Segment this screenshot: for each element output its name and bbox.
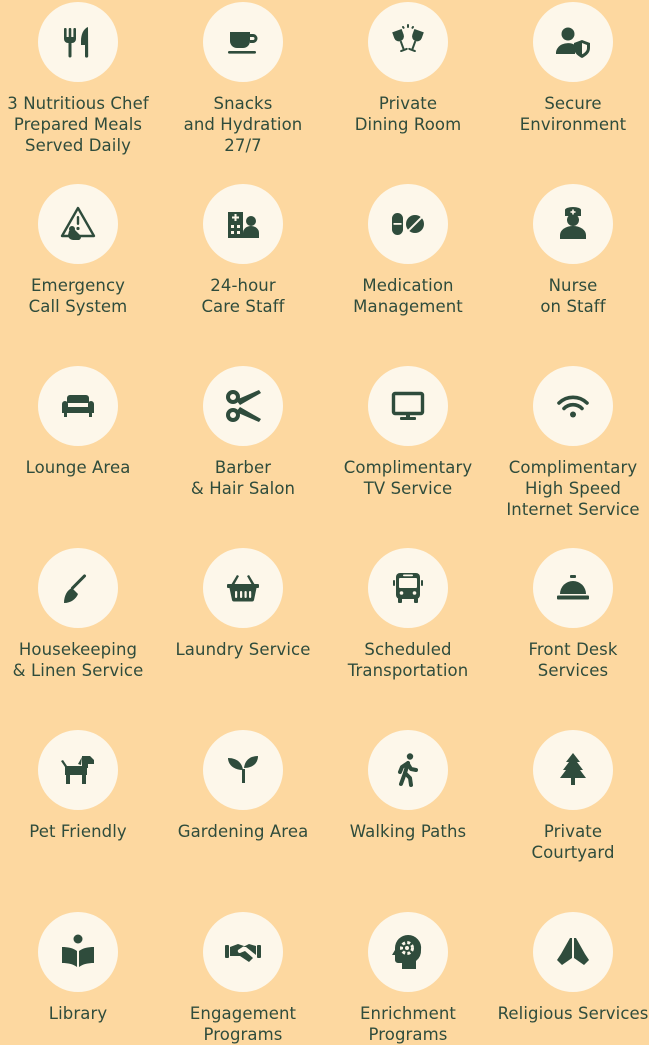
amenity-label: Pet Friendly: [29, 822, 127, 841]
amenities-grid: 3 Nutritious Chef Prepared Meals Served …: [0, 0, 649, 1045]
amenity-courtyard: Private Courtyard: [492, 730, 649, 863]
amenity-label: Secure Environment: [519, 94, 627, 134]
icon-circle: [533, 548, 613, 628]
amenity-tv: Complimentary TV Service: [327, 366, 489, 499]
pills-icon: [392, 213, 424, 235]
amenity-label: Library: [48, 1004, 108, 1023]
head-gear-icon: [392, 934, 422, 969]
icon-circle: [38, 912, 118, 992]
amenity-secure-environment: Secure Environment: [492, 2, 649, 135]
user-shield-icon: [555, 27, 590, 58]
amenity-label: Emergency Call System: [28, 276, 128, 316]
icon-circle: [368, 730, 448, 810]
amenity-nurse: Nurse on Staff: [492, 184, 649, 317]
icon-circle: [38, 730, 118, 810]
book-reader-icon: [62, 934, 94, 967]
bus-icon: [393, 573, 423, 603]
icon-circle: [368, 912, 448, 992]
icon-circle: [368, 548, 448, 628]
amenity-label: Engagement Programs: [189, 1004, 297, 1044]
amenity-label: Walking Paths: [349, 822, 467, 841]
amenity-label: Private Dining Room: [354, 94, 462, 134]
scissors-icon: [226, 390, 261, 422]
amenity-religious: Religious Services: [492, 912, 649, 1024]
icon-circle: [368, 366, 448, 446]
icon-circle: [533, 184, 613, 264]
amenity-care-staff: 24-hour Care Staff: [162, 184, 324, 317]
wifi-icon: [557, 395, 589, 418]
emergency-alert-icon: [60, 206, 96, 240]
amenity-chef-meals: 3 Nutritious Chef Prepared Meals Served …: [0, 2, 159, 156]
amenity-private-dining: Private Dining Room: [327, 2, 489, 135]
amenity-label: Barber & Hair Salon: [190, 458, 296, 498]
amenity-walking-paths: Walking Paths: [327, 730, 489, 842]
utensils-icon: [64, 27, 89, 58]
amenity-label: Housekeeping & Linen Service: [12, 640, 144, 680]
nurse-icon: [560, 207, 586, 239]
amenity-label: Medication Management: [353, 276, 463, 316]
coffee-cup-icon: [228, 32, 258, 54]
amenity-housekeeping: Housekeeping & Linen Service: [0, 548, 159, 681]
concierge-bell-icon: [557, 575, 589, 600]
amenity-transportation: Scheduled Transportation: [327, 548, 489, 681]
icon-circle: [203, 184, 283, 264]
amenity-emergency-call: Emergency Call System: [0, 184, 159, 317]
icon-circle: [533, 2, 613, 82]
hospital-user-icon: [228, 212, 259, 238]
amenity-engagement: Engagement Programs: [162, 912, 324, 1045]
amenity-lounge: Lounge Area: [0, 366, 159, 478]
icon-circle: [368, 2, 448, 82]
amenity-gardening: Gardening Area: [162, 730, 324, 842]
couch-icon: [62, 395, 94, 417]
amenity-enrichment: Enrichment Programs: [327, 912, 489, 1045]
amenity-label: Enrichment Programs: [360, 1004, 456, 1044]
amenity-library: Library: [0, 912, 159, 1024]
amenity-label: Laundry Service: [175, 640, 311, 659]
amenity-pet-friendly: Pet Friendly: [0, 730, 159, 842]
amenity-label: Scheduled Transportation: [347, 640, 469, 680]
amenity-front-desk: Front Desk Services: [492, 548, 649, 681]
icon-circle: [38, 184, 118, 264]
broom-icon: [64, 574, 87, 603]
icon-circle: [203, 548, 283, 628]
tree-icon: [560, 753, 586, 785]
amenity-label: Nurse on Staff: [540, 276, 606, 316]
dog-icon: [61, 756, 94, 784]
amenity-label: Gardening Area: [177, 822, 309, 841]
amenity-snacks-hydration: Snacks and Hydration 27/7: [162, 2, 324, 156]
amenity-label: Snacks and Hydration 27/7: [183, 94, 303, 155]
amenity-medication: Medication Management: [327, 184, 489, 317]
amenity-internet: Complimentary High Speed Internet Servic…: [492, 366, 649, 520]
icon-circle: [38, 366, 118, 446]
amenity-barber: Barber & Hair Salon: [162, 366, 324, 499]
seedling-icon: [228, 756, 258, 783]
amenity-label: Complimentary High Speed Internet Servic…: [506, 458, 640, 519]
icon-circle: [38, 548, 118, 628]
icon-circle: [368, 184, 448, 264]
icon-circle: [533, 730, 613, 810]
amenity-label: Complimentary TV Service: [343, 458, 473, 498]
amenity-label: 3 Nutritious Chef Prepared Meals Served …: [7, 94, 149, 155]
wine-glasses-icon: [392, 24, 424, 53]
amenity-label: Front Desk Services: [528, 640, 618, 680]
icon-circle: [203, 366, 283, 446]
handshake-icon: [225, 944, 261, 962]
amenity-laundry: Laundry Service: [162, 548, 324, 660]
icon-circle: [533, 366, 613, 446]
amenity-label: Private Courtyard: [531, 822, 615, 862]
amenity-label: Religious Services: [497, 1004, 649, 1023]
icon-circle: [38, 2, 118, 82]
icon-circle: [203, 730, 283, 810]
amenity-label: Lounge Area: [25, 458, 131, 477]
tv-icon: [391, 391, 425, 420]
laundry-basket-icon: [227, 575, 259, 602]
amenity-label: 24-hour Care Staff: [201, 276, 285, 316]
icon-circle: [203, 2, 283, 82]
icon-circle: [533, 912, 613, 992]
walking-person-icon: [398, 753, 418, 787]
praying-hands-icon: [557, 938, 589, 965]
icon-circle: [203, 912, 283, 992]
